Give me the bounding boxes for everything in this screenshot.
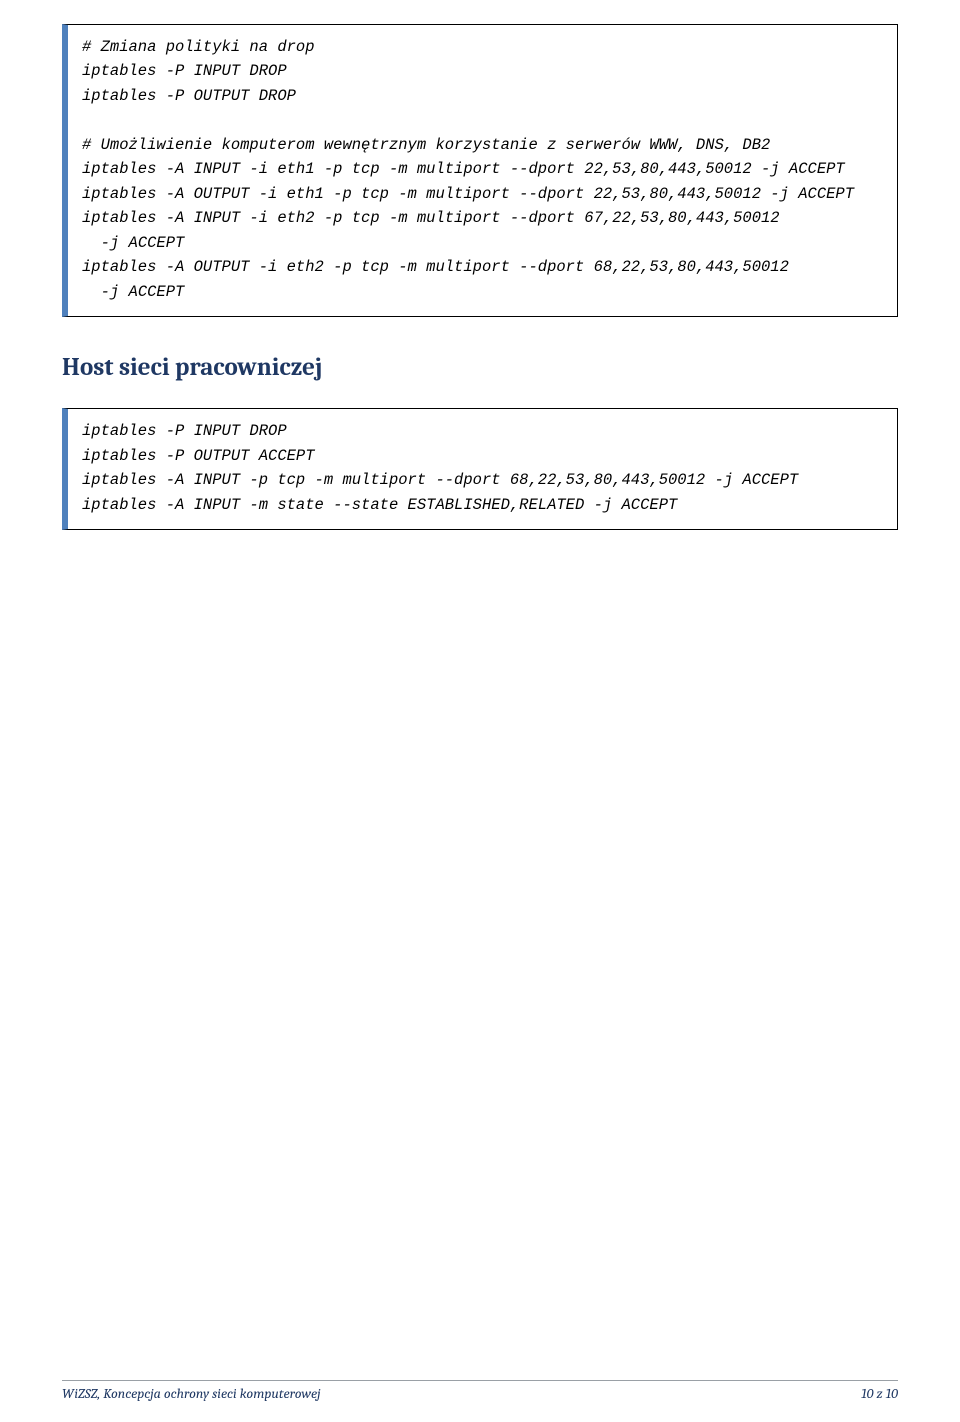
footer-left-text: WiZSZ, Koncepcja ochrony sieci komputero…	[62, 1385, 321, 1402]
page: # Zmiana polityki na drop iptables -P IN…	[0, 0, 960, 1422]
code-block-2: iptables -P INPUT DROP iptables -P OUTPU…	[62, 408, 898, 530]
page-footer: WiZSZ, Koncepcja ochrony sieci komputero…	[62, 1380, 898, 1402]
footer-page-number: 10 z 10	[861, 1385, 898, 1402]
code-block-1: # Zmiana polityki na drop iptables -P IN…	[62, 24, 898, 317]
section-heading: Host sieci pracowniczej	[62, 353, 898, 382]
